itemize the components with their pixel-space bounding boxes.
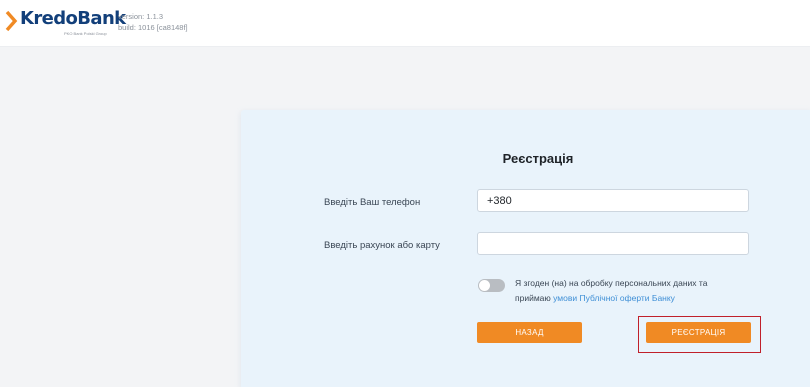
register-button[interactable]: РЕЄСТРАЦІЯ bbox=[646, 322, 751, 343]
version-info: version: 1.1.3 build: 1016 [ca8148f] bbox=[118, 11, 188, 33]
logo-text: KredoBank bbox=[20, 8, 126, 29]
account-label: Введіть рахунок або карту bbox=[324, 240, 440, 251]
version-text: version: 1.1.3 bbox=[118, 12, 164, 21]
registration-panel: Реєстрація Введіть Ваш телефон Введіть р… bbox=[241, 110, 810, 387]
toggle-knob bbox=[479, 280, 490, 291]
public-offer-link[interactable]: умови Публічної оферти Банку bbox=[553, 293, 675, 303]
phone-input[interactable] bbox=[477, 189, 749, 212]
consent-text: Я згоден (на) на обробку персональних да… bbox=[515, 276, 740, 306]
build-text: build: 1016 [ca8148f] bbox=[118, 23, 188, 32]
logo-subtitle: PKO Bank Polski Group bbox=[64, 31, 107, 36]
page-title: Реєстрація bbox=[502, 151, 574, 166]
phone-label: Введіть Ваш телефон bbox=[324, 197, 421, 208]
account-or-card-input[interactable] bbox=[477, 232, 749, 255]
back-button[interactable]: НАЗАД bbox=[477, 322, 582, 343]
kredobank-logo[interactable]: KredoBank PKO Bank Polski Group bbox=[4, 8, 126, 38]
top-bar: KredoBank PKO Bank Polski Group version:… bbox=[0, 0, 810, 47]
consent-toggle[interactable] bbox=[478, 279, 505, 292]
chevron-right-icon bbox=[4, 10, 18, 37]
